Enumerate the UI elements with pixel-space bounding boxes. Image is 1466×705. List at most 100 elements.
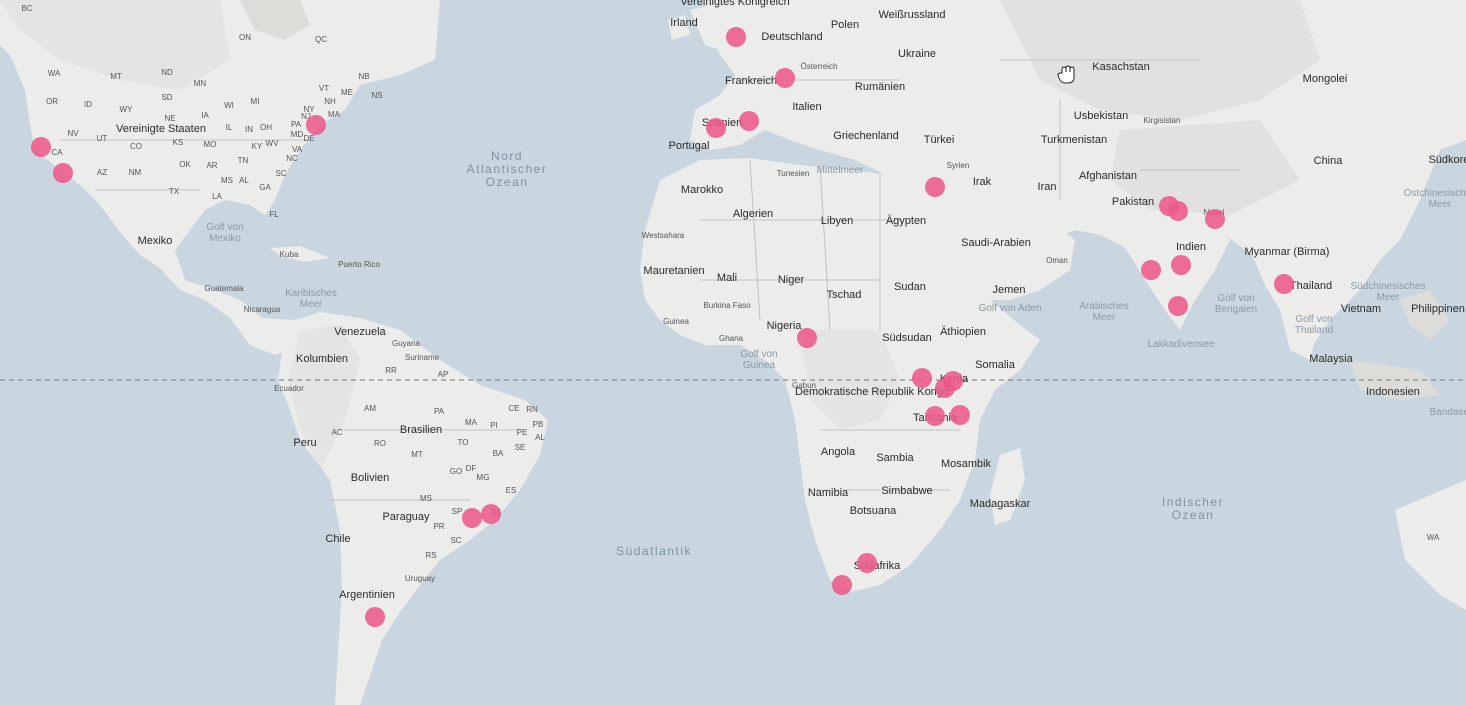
label-region: AL [535, 433, 545, 442]
label-country: Portugal [669, 140, 710, 152]
label-country: Malaysia [1309, 353, 1353, 365]
label-country: Tschad [827, 289, 862, 301]
label-country: Ukraine [898, 48, 936, 60]
label-country: Äthiopien [940, 326, 986, 338]
label-country: Guyana [392, 339, 421, 348]
label-country: Usbekistan [1074, 110, 1128, 122]
marker-brazil-sp[interactable] [462, 508, 482, 528]
label-region: IL [226, 123, 233, 132]
label-country: Irak [973, 176, 992, 188]
label-region: ID [84, 100, 92, 109]
marker-argentina[interactable] [365, 607, 385, 627]
label-region: FL [269, 210, 279, 219]
label-country: Venezuela [334, 326, 386, 338]
map-canvas[interactable]: Vereinigtes Königreich Irland Deutschlan… [0, 0, 1466, 705]
label-country: Rumänien [855, 81, 905, 93]
label-region: WA [1427, 533, 1440, 542]
marker-india-south[interactable] [1168, 296, 1188, 316]
marker-tanzania-1[interactable] [925, 406, 945, 426]
label-country: Bolivien [351, 472, 390, 484]
label-sea: Golf von Mexiko [206, 222, 243, 244]
label-region: WI [224, 101, 234, 110]
label-region: MD [291, 130, 304, 139]
marker-thailand[interactable] [1274, 274, 1294, 294]
label-country: Deutschland [761, 31, 822, 43]
label-sea: Mittelmeer [817, 165, 864, 176]
marker-india-west[interactable] [1141, 260, 1161, 280]
label-country: Indonesien [1366, 386, 1420, 398]
label-country: Sambia [876, 452, 914, 464]
label-country: Saudi-Arabien [961, 237, 1031, 249]
marker-spain-barcelona[interactable] [739, 111, 759, 131]
label-region: IA [201, 111, 209, 120]
label-country: Mexiko [138, 235, 173, 247]
label-region: DE [303, 134, 314, 143]
label-region: KY [252, 142, 263, 151]
marker-israel[interactable] [925, 177, 945, 197]
marker-india-central[interactable] [1171, 255, 1191, 275]
label-sea: Lakkadivensee [1148, 339, 1215, 350]
label-region: WA [48, 69, 61, 78]
label-region: TO [458, 438, 469, 447]
label-region: KS [173, 138, 184, 147]
label-country: Südsudan [882, 332, 932, 344]
label-country: Ägypten [886, 215, 926, 227]
label-country: Namibia [808, 487, 849, 499]
world-map[interactable]: Vereinigtes Königreich Irland Deutschlan… [0, 0, 1466, 705]
marker-us-la[interactable] [53, 163, 73, 183]
label-region: BA [493, 449, 504, 458]
label-country: Sudan [894, 281, 926, 293]
label-country: Guatemala [204, 284, 244, 293]
label-region: RO [374, 439, 386, 448]
label-region: UT [97, 134, 108, 143]
marker-south-africa-1[interactable] [857, 553, 877, 573]
label-region: AL [239, 176, 249, 185]
label-region: NC [286, 154, 298, 163]
label-region: WV [266, 139, 280, 148]
marker-spain-madrid[interactable] [706, 118, 726, 138]
label-country: Pakistan [1112, 196, 1154, 208]
marker-brazil-rj[interactable] [481, 504, 501, 524]
label-country: Syrien [947, 161, 970, 170]
marker-kenya-2[interactable] [935, 378, 955, 398]
marker-tanzania-2[interactable] [950, 405, 970, 425]
label-region: AM [364, 404, 376, 413]
label-country: Frankreich [725, 75, 777, 87]
marker-us-sf[interactable] [31, 137, 51, 157]
label-country: Myanmar (Birma) [1245, 246, 1330, 258]
label-country: Guinea [663, 317, 689, 326]
label-country: Kasachstan [1092, 61, 1149, 73]
marker-uganda[interactable] [912, 368, 932, 388]
label-country: Polen [831, 19, 859, 31]
label-region: VA [292, 145, 303, 154]
marker-nepal[interactable] [1205, 209, 1225, 229]
label-region: IN [245, 125, 253, 134]
label-country: Weißrussland [878, 9, 945, 21]
marker-nigeria[interactable] [797, 328, 817, 348]
label-region: PE [517, 428, 528, 437]
marker-pakistan-2[interactable] [1168, 201, 1188, 221]
label-region: CO [130, 142, 142, 151]
marker-uk[interactable] [726, 27, 746, 47]
label-country: Argentinien [339, 589, 395, 601]
label-country: Nigeria [767, 320, 803, 332]
marker-alps[interactable] [775, 68, 795, 88]
label-region: NE [164, 114, 175, 123]
label-country: Puerto Rico [338, 260, 380, 269]
label-country: Vereinigte Staaten [116, 123, 206, 135]
label-region: MT [411, 450, 423, 459]
label-sea: Golf von Aden [979, 303, 1042, 314]
label-country: Nicaragua [244, 305, 281, 314]
label-country: Angola [821, 446, 856, 458]
label-country: Kirgisistan [1144, 116, 1181, 125]
marker-us-northeast[interactable] [306, 115, 326, 135]
label-region: SC [275, 169, 286, 178]
label-country: Burkina Faso [703, 301, 751, 310]
marker-south-africa-2[interactable] [832, 575, 852, 595]
label-country: Oman [1046, 256, 1068, 265]
label-country: Uruguay [405, 574, 435, 583]
label-region: MT [110, 72, 122, 81]
label-region: RN [526, 405, 538, 414]
label-region: OK [179, 160, 191, 169]
label-region: PI [490, 421, 498, 430]
